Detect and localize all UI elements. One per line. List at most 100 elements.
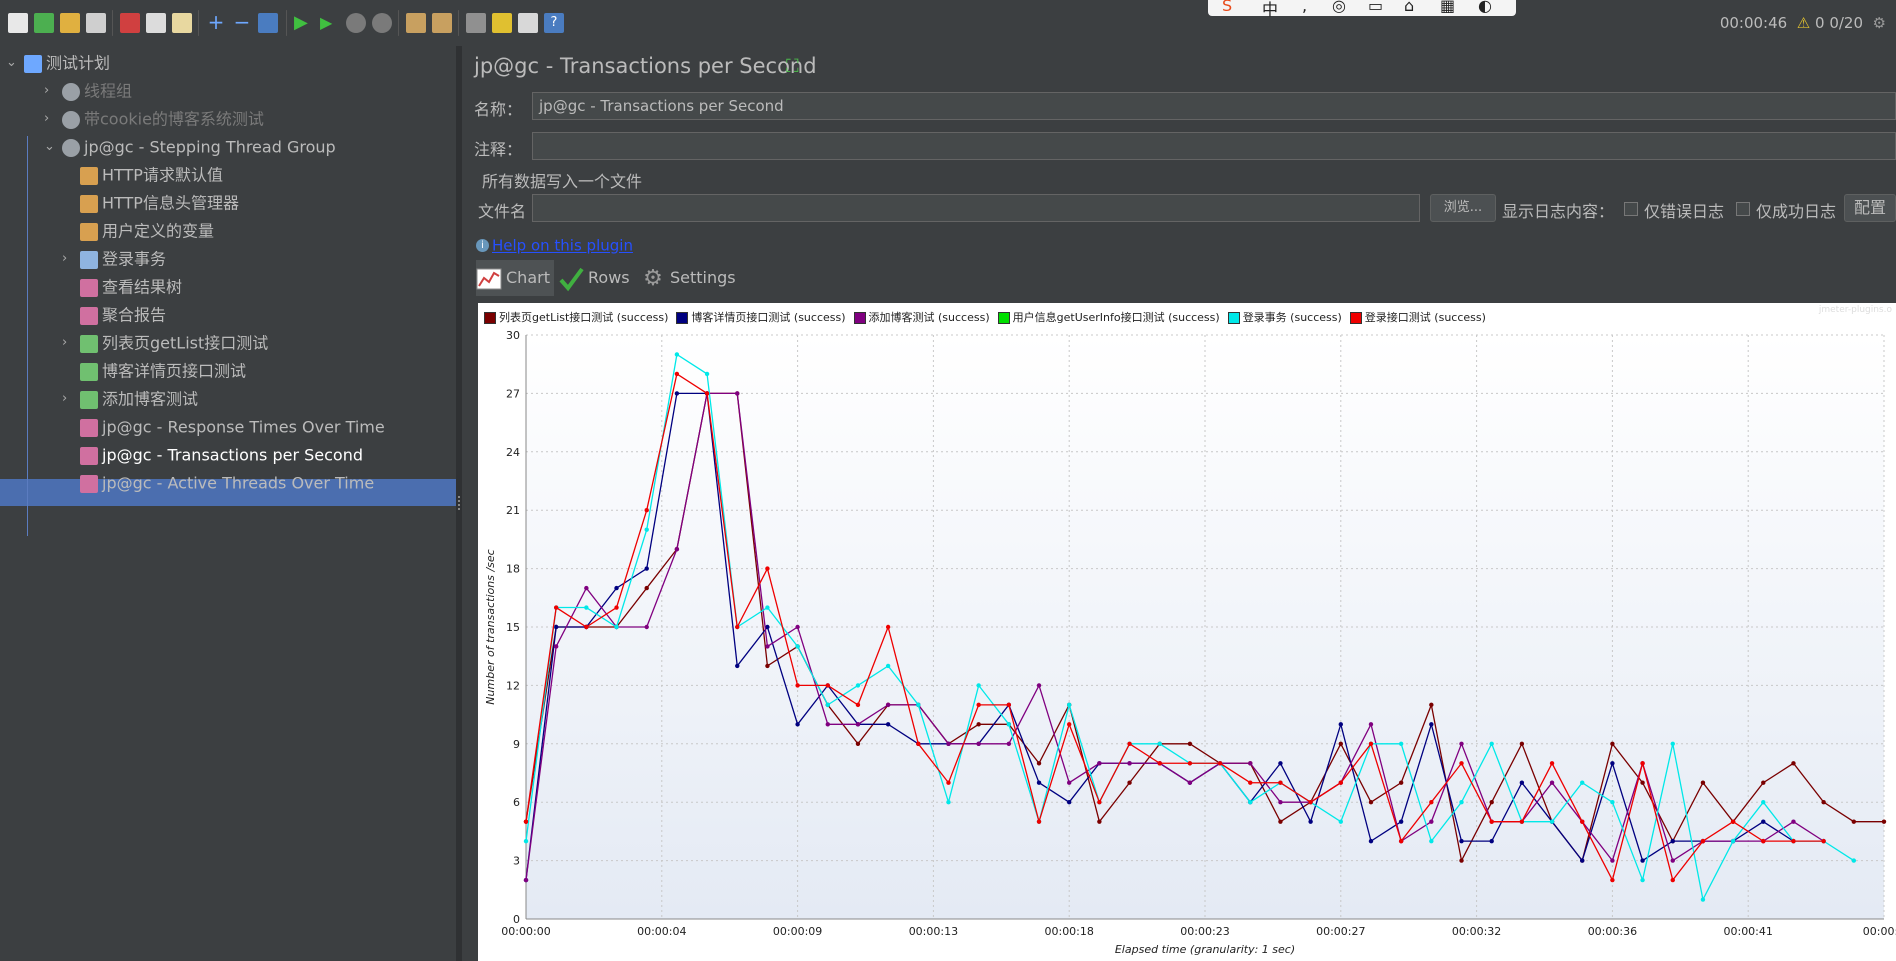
search-icon[interactable] (466, 13, 486, 33)
stop-icon[interactable] (346, 13, 366, 33)
tree-node[interactable]: 博客详情页接口测试 (80, 358, 246, 384)
sampler-icon (80, 390, 98, 409)
new-icon[interactable] (8, 13, 28, 33)
data-point (1640, 761, 1645, 766)
chevron-down-icon[interactable]: ⌄ (44, 134, 58, 160)
data-point (1006, 741, 1012, 746)
clear-all-icon[interactable] (432, 13, 452, 33)
clear-icon[interactable] (406, 13, 426, 33)
chevron-right-icon[interactable]: › (62, 386, 76, 412)
tree-node-label: 添加博客测试 (102, 389, 199, 409)
tree-node[interactable]: › 列表页getList接口测试 (62, 330, 268, 356)
comment-field[interactable] (532, 132, 1896, 160)
tree-node[interactable]: jp@gc - Response Times Over Time (80, 414, 385, 440)
data-point (1097, 800, 1102, 805)
wrench-icon (80, 222, 98, 241)
tree-node[interactable]: HTTP请求默认值 (80, 162, 223, 188)
warning-icon[interactable]: ⚠ (1797, 14, 1810, 32)
ime-keyboard-icon[interactable]: ▭ (1368, 0, 1383, 15)
data-point (553, 605, 559, 610)
function-helper-icon[interactable] (518, 13, 538, 33)
data-point (1398, 838, 1404, 844)
tree-node[interactable]: › 添加博客测试 (62, 386, 199, 412)
filename-field[interactable] (532, 194, 1420, 222)
data-point (1519, 819, 1525, 824)
data-point (976, 741, 981, 746)
tab-settings[interactable]: ⚙ Settings (640, 260, 740, 296)
open-icon[interactable] (60, 13, 80, 33)
data-point (1187, 761, 1193, 766)
tree-node[interactable]: 聚合报告 (80, 302, 166, 328)
configure-button[interactable]: 配置 (1844, 194, 1896, 222)
data-point (1610, 877, 1615, 883)
tree-node[interactable]: › 带cookie的博客系统测试 (44, 106, 264, 132)
listener-icon (80, 418, 98, 437)
errors-only-checkbox[interactable] (1624, 202, 1638, 216)
templates-icon[interactable] (34, 13, 54, 33)
tree-node[interactable]: ⌄ 测试计划 (6, 50, 110, 76)
tree-node[interactable]: jp@gc - Transactions per Second (80, 442, 363, 468)
ime-more-icon[interactable]: ◐ (1478, 0, 1492, 15)
ime-toolbar: S 中 , ◎ ▭ ⌂ ▦ ◐ (1208, 0, 1516, 19)
chevron-right-icon[interactable]: › (62, 246, 76, 272)
data-point (885, 702, 891, 708)
expand-all-icon[interactable]: + (206, 12, 226, 33)
x-tick-label: 00:00:32 (1452, 925, 1501, 938)
data-point (1549, 780, 1555, 785)
help-link[interactable]: Help on this plugin (492, 237, 633, 255)
data-point (1067, 780, 1072, 785)
name-field[interactable]: jp@gc - Transactions per Second (532, 92, 1896, 120)
shutdown-icon[interactable] (372, 13, 392, 33)
data-point (765, 605, 770, 610)
remote-gear-icon[interactable]: ⚙ (1873, 14, 1886, 32)
tab-rows[interactable]: Rows (558, 260, 638, 296)
data-point (1127, 741, 1132, 746)
tree-node[interactable]: HTTP信息头管理器 (80, 190, 239, 216)
tree-node[interactable]: › 线程组 (44, 78, 132, 104)
ime-skin-icon[interactable]: ⌂ (1404, 0, 1414, 15)
y-tick-label: 6 (513, 796, 520, 809)
data-point (1549, 819, 1555, 824)
help-icon[interactable]: ? (544, 13, 564, 33)
tree-node[interactable]: jp@gc - Active Threads Over Time (80, 470, 374, 496)
data-point (1791, 819, 1796, 824)
chart-plot: 03691215182124273000:00:00 00:00:04 00:00:… (484, 329, 1896, 956)
tree-node[interactable]: 查看结果树 (80, 274, 182, 300)
data-point (1730, 838, 1736, 844)
chevron-right-icon[interactable]: › (62, 330, 76, 356)
chevron-right-icon[interactable]: › (44, 106, 58, 132)
maximize-icon[interactable]: ⛶ (786, 56, 799, 77)
ime-tools-icon[interactable]: ▦ (1440, 0, 1455, 15)
tree-node-label: 聚合报告 (102, 305, 167, 325)
copy-icon[interactable] (146, 13, 166, 33)
y-tick-label: 27 (506, 387, 520, 400)
success-only-checkbox[interactable] (1736, 202, 1750, 216)
chevron-down-icon[interactable]: ⌄ (6, 50, 20, 76)
reset-search-icon[interactable] (492, 13, 512, 33)
tree-node[interactable]: ⌄ jp@gc - Stepping Thread Group (44, 134, 336, 160)
chevron-right-icon[interactable]: › (44, 78, 58, 104)
tree-node[interactable]: › 登录事务 (62, 246, 166, 272)
browse-button[interactable]: 浏览... (1430, 194, 1496, 222)
tree-node[interactable]: 用户定义的变量 (80, 218, 214, 244)
save-icon[interactable] (86, 13, 106, 33)
start-no-pause-icon[interactable]: ▶ (320, 13, 340, 33)
x-tick-label: 00:00:04 (637, 925, 686, 938)
tab-chart[interactable]: Chart (476, 260, 554, 296)
ime-logo-icon[interactable]: S (1222, 0, 1232, 15)
data-point (765, 566, 770, 571)
log-content-label: 显示日志内容： (1502, 202, 1615, 221)
ime-voice-icon[interactable]: ◎ (1332, 0, 1346, 15)
cut-icon[interactable] (120, 13, 140, 33)
start-icon[interactable]: ▶ (294, 13, 314, 33)
collapse-all-icon[interactable]: − (232, 12, 252, 33)
y-tick-label: 15 (506, 621, 520, 634)
paste-icon[interactable] (172, 13, 192, 33)
ime-punct-icon[interactable]: , (1302, 0, 1307, 15)
ime-mode-icon[interactable]: 中 (1262, 0, 1278, 20)
data-point (1610, 741, 1615, 746)
data-point (704, 371, 710, 377)
data-point (614, 624, 619, 630)
data-point (946, 741, 951, 746)
toggle-icon[interactable] (258, 13, 278, 33)
